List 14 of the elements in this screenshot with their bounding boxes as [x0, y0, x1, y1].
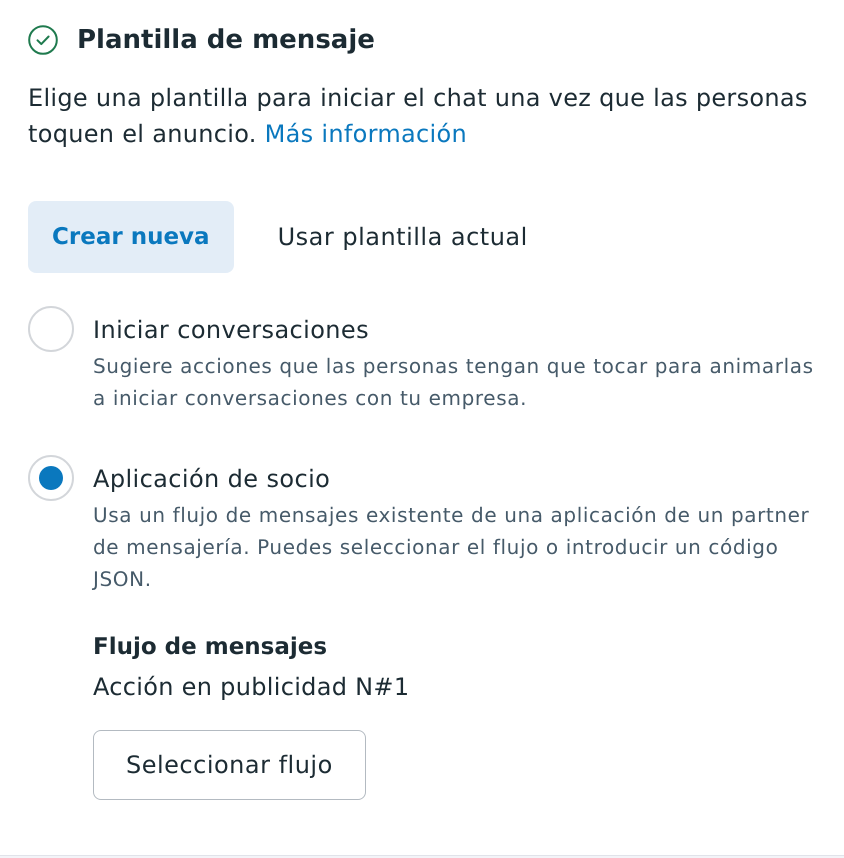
- option-description: Sugiere acciones que las personas tengan que tocar para animarlas a iniciar conversaciones con tu empresa.: [93, 353, 815, 412]
- section-title: Plantilla de mensaje: [77, 24, 375, 57]
- field-value: Acción en publicidad N#1: [93, 672, 410, 703]
- tab[interactable]: Crear nueva: [28, 201, 234, 273]
- radio-button[interactable]: [28, 306, 74, 352]
- radio-button[interactable]: [28, 455, 74, 501]
- description-text: Elige una plantilla para iniciar el chat una vez que las personas toquen el anuncio. Más información: [28, 83, 809, 150]
- field-label: Flujo de mensajes: [93, 633, 328, 662]
- option-label[interactable]: Iniciar conversaciones: [93, 310, 820, 350]
- option-label[interactable]: Aplicación de socio: [93, 459, 820, 499]
- select-flow-button[interactable]: Seleccionar flujo: [93, 730, 366, 800]
- more-info-link[interactable]: Más información: [264, 120, 467, 148]
- tab[interactable]: Usar plantilla actual: [254, 201, 552, 273]
- option-description: Usa un flujo de mensajes existente de una aplicación de un partner de mensajería. Puedes seleccionar el flujo o introducir un código JSON.: [93, 502, 810, 593]
